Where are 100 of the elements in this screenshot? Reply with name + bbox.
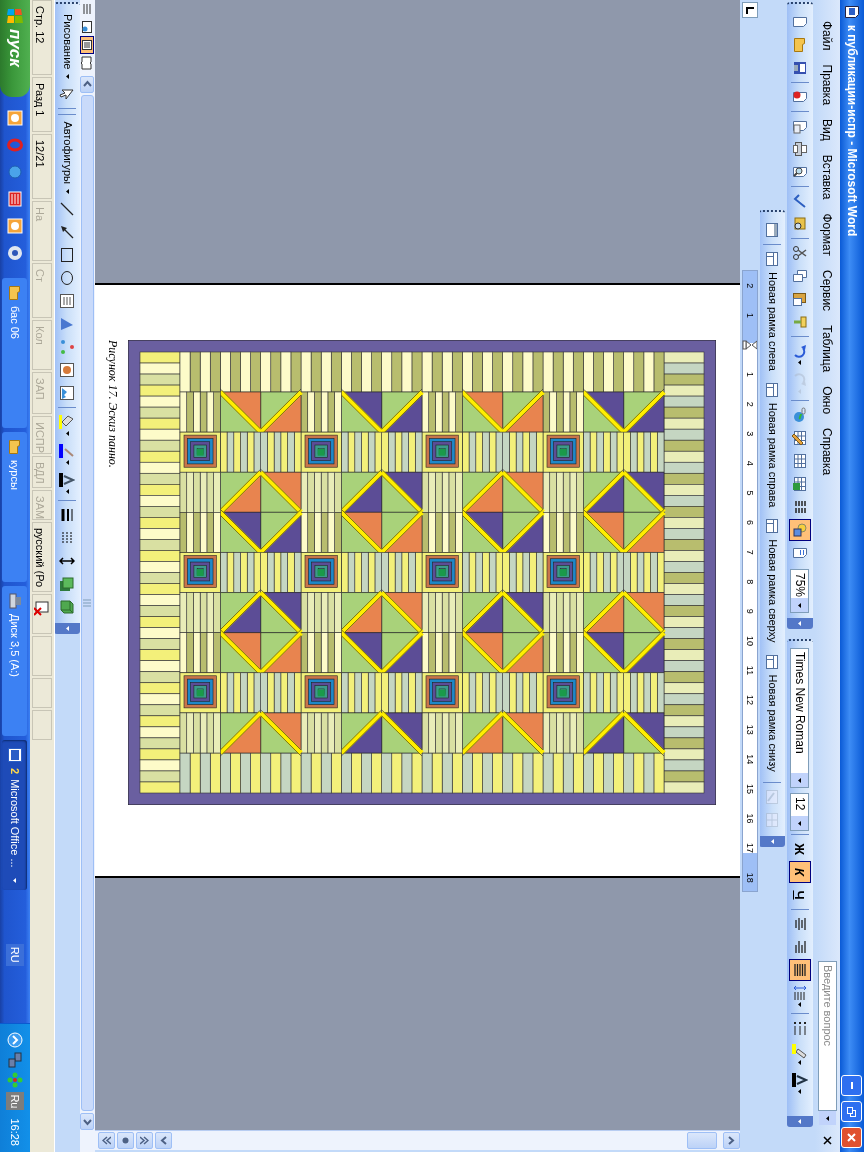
tab-selector-button[interactable]	[742, 2, 758, 18]
menu-item[interactable]: Формат	[816, 206, 839, 264]
menu-item[interactable]: Правка	[816, 57, 839, 113]
ruler-number: 6	[745, 519, 755, 528]
taskbar-button[interactable]: Диск 3,5 (A:)	[2, 586, 28, 736]
input-indicator[interactable]: Ru	[5, 1092, 25, 1111]
drawing-button[interactable]	[789, 519, 811, 541]
scrollbar-thumb[interactable]	[687, 1132, 717, 1149]
status-text: ЗАМ	[32, 490, 52, 520]
new-frame-button[interactable]: Новая рамка сверху	[761, 515, 784, 650]
status-text: ВДЛ	[32, 456, 52, 488]
quick-launch-icon[interactable]	[5, 107, 25, 129]
scroll-left-button[interactable]	[80, 76, 95, 93]
ring-icon	[7, 137, 23, 153]
media-player-icon	[7, 191, 23, 207]
new-frame-button[interactable]: Новая рамка справа	[761, 378, 784, 515]
ruler-number: 18	[745, 871, 755, 885]
dot-icon	[121, 1136, 130, 1145]
numbered-list-icon	[792, 1020, 808, 1036]
caret-icon	[66, 431, 69, 436]
web-page-icon	[81, 20, 94, 34]
align-right-icon	[792, 939, 808, 955]
caret-icon	[826, 1115, 829, 1121]
scroll-up-button[interactable]	[723, 1132, 740, 1149]
dropdown-button[interactable]	[819, 1111, 836, 1125]
menu-item[interactable]: Справка	[816, 421, 839, 483]
window-title: к публикации-испр - Microsoft Word	[844, 25, 860, 237]
help-search-field[interactable]: Введите вопрос	[818, 961, 837, 1111]
taskbar-button[interactable]: 2 Microsoft Office ...	[2, 740, 28, 890]
page-icon	[792, 14, 808, 30]
table-icon	[792, 453, 808, 469]
menu-item[interactable]: Сервис	[816, 263, 839, 319]
clock-app-icon	[7, 218, 23, 234]
folder-icon	[7, 285, 23, 301]
restore-button[interactable]	[841, 1101, 863, 1122]
zoom-field[interactable]: 75%	[790, 569, 810, 613]
font-color-icon	[59, 472, 76, 488]
taskbar-button[interactable]: бас 06	[2, 278, 28, 428]
status-text: Кол	[32, 320, 52, 370]
bold-button[interactable]: Ж	[789, 838, 811, 860]
new-frame-button[interactable]: Новая рамка снизу	[761, 650, 784, 779]
web-view-button[interactable]	[80, 18, 95, 36]
status-text: 12/21	[32, 134, 52, 199]
status-pane	[32, 710, 52, 740]
taskbar-button[interactable]: курсы	[2, 432, 28, 582]
caret-icon	[798, 602, 802, 608]
quick-launch-icon[interactable]	[5, 188, 25, 210]
cube-icon	[59, 599, 76, 615]
shadow-square-icon	[59, 576, 76, 592]
underline-button[interactable]: Ч	[789, 884, 811, 906]
previous-page-button[interactable]	[136, 1132, 153, 1149]
drawing-menu-button[interactable]: Автофигуры	[56, 118, 79, 197]
page-layout-icon	[81, 38, 94, 52]
reading-view-button[interactable]	[80, 54, 95, 72]
ruler-number: 11	[745, 664, 755, 678]
caret-icon	[798, 777, 802, 783]
paint-bucket-icon	[59, 414, 76, 430]
scissors-icon	[792, 245, 808, 261]
menu-item[interactable]: Файл	[816, 14, 839, 58]
print-layout-button[interactable]	[80, 36, 95, 54]
new-frame-button[interactable]: Новая рамка слева	[761, 248, 784, 378]
floppy-drive-icon	[7, 593, 23, 609]
minimize-button[interactable]	[841, 1075, 863, 1096]
scrollbar-thumb[interactable]	[81, 95, 94, 1111]
frame-layout-icon	[764, 811, 781, 828]
menu-item[interactable]: Вид	[816, 112, 839, 148]
toolbar-options-button[interactable]	[787, 618, 813, 629]
language-indicator[interactable]: RU	[5, 943, 25, 966]
clock-app-icon	[7, 110, 23, 126]
menu-item[interactable]: Таблица	[816, 318, 839, 380]
caret-icon	[66, 489, 69, 494]
toolbar-options-button[interactable]	[759, 835, 786, 847]
ruler-number: 17	[745, 842, 755, 856]
ruler-number: 2	[745, 400, 755, 409]
page-icon	[792, 89, 808, 105]
browse-object-button[interactable]	[117, 1132, 134, 1149]
toolbar-options-button[interactable]	[54, 623, 81, 634]
document-icon	[7, 747, 23, 763]
ruler-number: 7	[745, 548, 755, 557]
justify-button[interactable]	[789, 959, 811, 981]
rectangle-icon	[59, 247, 76, 263]
scroll-right-button[interactable]	[80, 1113, 95, 1130]
next-page-button[interactable]	[98, 1132, 115, 1149]
menu-item[interactable]: Вставка	[816, 147, 839, 207]
page-icon	[792, 545, 808, 561]
close-button[interactable]	[841, 1127, 863, 1148]
ruler-number: 1	[745, 371, 755, 380]
toolbar-options-button[interactable]	[787, 1116, 813, 1127]
drawing-menu-button[interactable]: Рисование	[56, 11, 79, 83]
font-size-field[interactable]: 12	[790, 793, 810, 831]
network-icon	[7, 1052, 23, 1069]
caret-icon	[798, 820, 802, 826]
quick-launch-icon[interactable]	[5, 215, 25, 237]
scroll-down-button[interactable]	[155, 1132, 172, 1149]
four-color-flag-icon	[7, 8, 23, 24]
italic-button[interactable]: К	[789, 861, 811, 883]
menu-item[interactable]: Окно	[816, 379, 839, 422]
start-button[interactable]: пуск	[0, 0, 30, 97]
brush-icon	[792, 314, 808, 330]
font-field[interactable]: Times New Roman	[790, 648, 810, 788]
